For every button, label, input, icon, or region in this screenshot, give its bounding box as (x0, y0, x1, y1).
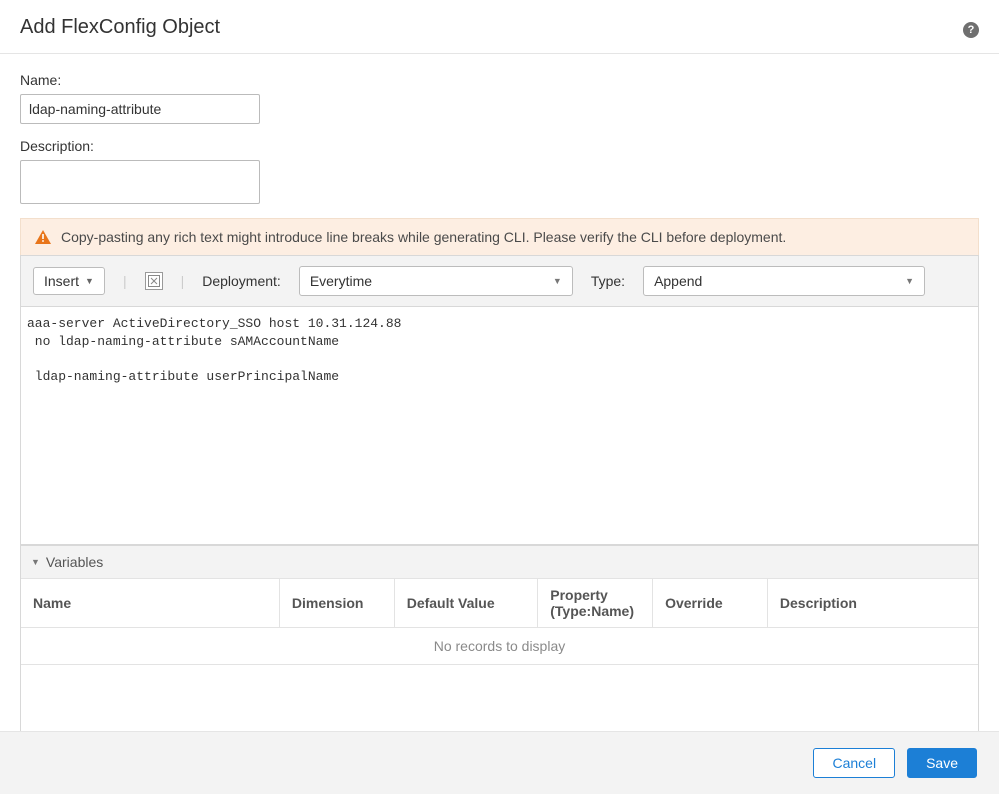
type-value: Append (654, 273, 702, 289)
editor-toolbar: Insert ▼ | | Deployment: Everytime ▼ Typ… (20, 255, 979, 307)
name-row: Name: (20, 72, 979, 124)
description-input[interactable] (20, 160, 260, 204)
deployment-select[interactable]: Everytime ▼ (299, 266, 573, 296)
cancel-button[interactable]: Cancel (813, 748, 895, 778)
insert-label: Insert (44, 273, 79, 289)
divider: | (123, 273, 127, 289)
variable-tool-icon[interactable] (145, 272, 163, 290)
table-empty-row: No records to display (21, 628, 978, 665)
chevron-down-icon: ▼ (905, 276, 914, 286)
chevron-down-icon: ▼ (85, 276, 94, 286)
warning-text: Copy-pasting any rich text might introdu… (61, 229, 786, 245)
dialog-body: Name: Description: (0, 54, 999, 204)
divider: | (181, 273, 185, 289)
col-dimension: Dimension (279, 579, 394, 628)
empty-text: No records to display (21, 628, 978, 665)
dialog-footer: Cancel Save (0, 731, 999, 794)
description-row: Description: (20, 138, 979, 204)
variables-panel: ▼ Variables Name Dimension Default Value… (20, 545, 979, 744)
save-button[interactable]: Save (907, 748, 977, 778)
variables-header[interactable]: ▼ Variables (21, 545, 978, 578)
description-label: Description: (20, 138, 979, 154)
name-label: Name: (20, 72, 979, 88)
name-input[interactable] (20, 94, 260, 124)
col-default-value: Default Value (394, 579, 538, 628)
cli-editor[interactable]: aaa-server ActiveDirectory_SSO host 10.3… (20, 307, 979, 545)
variables-table: Name Dimension Default Value Property (T… (21, 578, 978, 743)
col-override: Override (653, 579, 768, 628)
col-description: Description (767, 579, 978, 628)
col-property: Property (Type:Name) (538, 579, 653, 628)
type-select[interactable]: Append ▼ (643, 266, 925, 296)
col-name: Name (21, 579, 279, 628)
chevron-down-icon: ▼ (553, 276, 562, 286)
dialog-title: Add FlexConfig Object (20, 16, 220, 39)
dialog-header: Add FlexConfig Object ? (0, 0, 999, 54)
collapse-icon: ▼ (31, 557, 40, 567)
table-header-row: Name Dimension Default Value Property (T… (21, 579, 978, 628)
insert-button[interactable]: Insert ▼ (33, 267, 105, 295)
help-icon[interactable]: ? (963, 22, 979, 38)
variables-title: Variables (46, 554, 103, 570)
deployment-label: Deployment: (202, 273, 281, 289)
type-label: Type: (591, 273, 625, 289)
deployment-value: Everytime (310, 273, 372, 289)
warning-icon (35, 230, 51, 244)
warning-bar: Copy-pasting any rich text might introdu… (20, 218, 979, 255)
